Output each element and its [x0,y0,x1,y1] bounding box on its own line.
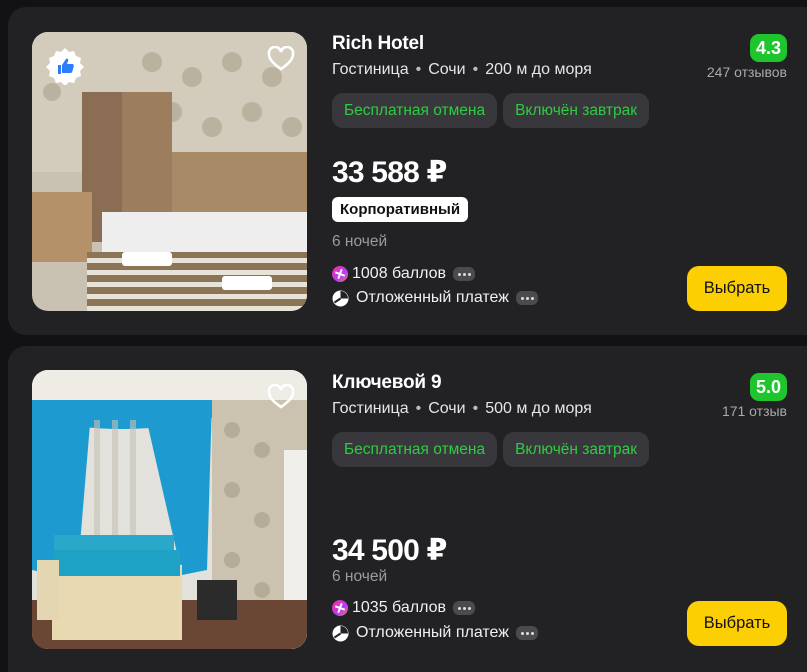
hotel-distance: 200 м до моря [485,61,592,78]
bonus-points: 1035 баллов [332,599,475,617]
thumbs-up-icon [46,47,84,85]
room-photo-image [32,370,307,649]
clock-icon [332,290,349,307]
nights-count: 6 ночей [332,568,388,585]
clock-icon [332,625,349,642]
hotel-name[interactable]: Rich Hotel [332,33,424,55]
bonus-points-label: 1008 баллов [352,265,446,282]
tags-list: Бесплатная отмена Включён завтрак [332,93,650,128]
hotel-city: Сочи [428,61,466,78]
tags-list: Бесплатная отмена Включён завтрак [332,432,650,467]
hotel-card[interactable]: Rich Hotel Гостиница • Сочи • 200 м до моря … [8,7,807,335]
deferred-payment-label: Отложенный платеж [356,624,509,641]
price: 33 588 ₽ [332,156,447,189]
more-dots-icon[interactable] [515,626,538,640]
corporate-badge: Корпоративный [332,197,469,222]
heart-outline-icon[interactable] [267,46,295,72]
nights-count: 6 ночей [332,233,388,250]
hotel-photo[interactable] [32,370,307,649]
more-dots-icon[interactable] [452,267,475,281]
bonus-points-label: 1035 баллов [352,599,446,616]
hotel-distance: 500 м до моря [485,400,592,417]
select-button[interactable]: Выбрать [687,266,787,311]
price: 34 500 ₽ [332,534,447,567]
tag-breakfast-included: Включён завтрак [503,93,650,128]
hotel-type: Гостиница [332,61,409,78]
more-dots-icon[interactable] [452,601,475,615]
select-button[interactable]: Выбрать [687,601,787,646]
plus-points-icon [332,600,348,616]
deferred-payment: Отложенный платеж [332,624,538,642]
reviews-count[interactable]: 171 отзыв [722,403,787,419]
deferred-payment-label: Отложенный платеж [356,289,509,306]
hotel-name[interactable]: Ключевой 9 [332,372,442,394]
hotel-photo[interactable] [32,32,307,311]
tag-free-cancellation: Бесплатная отмена [332,432,498,467]
hotel-card[interactable]: Ключевой 9 Гостиница • Сочи • 500 м до моря … [8,346,807,672]
bonus-points: 1008 баллов [332,265,475,283]
heart-outline-icon[interactable] [267,384,295,410]
rating-badge: 4.3 [749,34,787,62]
more-dots-icon[interactable] [515,291,538,305]
deferred-payment: Отложенный платеж [332,289,538,307]
plus-points-icon [332,266,348,282]
hotel-city: Сочи [428,400,466,417]
hotel-meta: Гостиница • Сочи • 500 м до моря [332,400,592,417]
tag-free-cancellation: Бесплатная отмена [332,93,498,128]
hotel-meta: Гостиница • Сочи • 200 м до моря [332,61,592,78]
reviews-count[interactable]: 247 отзывов [707,64,787,80]
rating-badge: 5.0 [749,373,787,401]
tag-breakfast-included: Включён завтрак [503,432,650,467]
hotel-type: Гостиница [332,400,409,417]
